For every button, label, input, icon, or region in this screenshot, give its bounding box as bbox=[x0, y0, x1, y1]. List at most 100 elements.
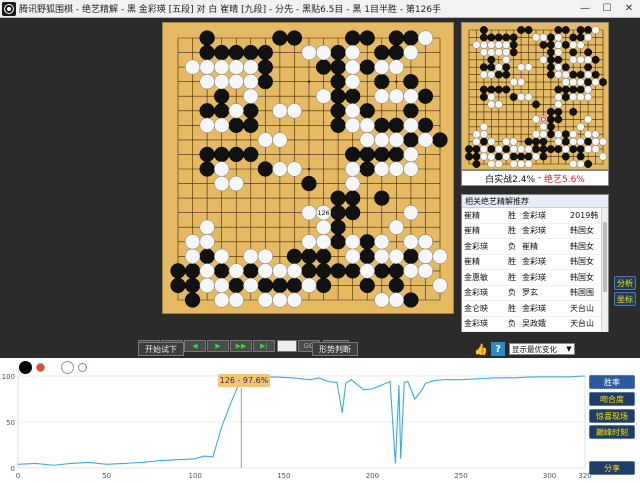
black-stone[interactable] bbox=[388, 44, 404, 61]
black-stone[interactable] bbox=[345, 190, 361, 206]
white-stone[interactable] bbox=[345, 59, 361, 75]
white-stone[interactable] bbox=[199, 219, 215, 235]
black-stone[interactable] bbox=[199, 161, 215, 177]
white-stone[interactable] bbox=[214, 248, 230, 264]
white-stone[interactable] bbox=[228, 175, 244, 192]
white-stone[interactable] bbox=[388, 59, 404, 75]
black-stone[interactable] bbox=[199, 248, 215, 264]
black-stone[interactable] bbox=[315, 263, 332, 279]
list-item[interactable]: 崔精 胜金彩瑛 韩国女 bbox=[462, 224, 608, 239]
black-stone[interactable] bbox=[184, 292, 201, 308]
white-stone[interactable] bbox=[345, 175, 361, 192]
white-stone[interactable] bbox=[345, 234, 361, 250]
black-stone[interactable] bbox=[345, 88, 361, 104]
white-stone[interactable] bbox=[315, 219, 332, 235]
black-stone-icon[interactable] bbox=[19, 361, 32, 374]
white-stone[interactable] bbox=[301, 44, 317, 61]
white-stone[interactable] bbox=[388, 248, 404, 264]
black-stone[interactable] bbox=[330, 59, 346, 75]
black-stone[interactable] bbox=[243, 44, 259, 61]
black-stone[interactable] bbox=[374, 190, 390, 206]
black-stone[interactable] bbox=[184, 263, 201, 279]
list-item[interactable]: 金惠敏 胜金彩瑛 韩国女 bbox=[462, 270, 608, 286]
white-stone[interactable] bbox=[345, 44, 361, 61]
white-stone[interactable] bbox=[374, 88, 390, 104]
white-stone[interactable] bbox=[345, 248, 361, 264]
white-stone[interactable] bbox=[359, 263, 375, 279]
white-stone[interactable] bbox=[286, 263, 303, 279]
white-stone[interactable] bbox=[228, 263, 244, 279]
black-stone[interactable] bbox=[403, 103, 419, 119]
black-stone[interactable] bbox=[330, 103, 346, 119]
white-stone[interactable] bbox=[432, 277, 448, 294]
winrate-chart[interactable]: 0501000 50 100 150 200 250 300 320 bbox=[0, 358, 640, 483]
white-stone[interactable] bbox=[403, 88, 419, 104]
coordinates-button[interactable]: 坐标 bbox=[614, 292, 636, 306]
white-stone[interactable] bbox=[403, 205, 419, 221]
black-stone[interactable] bbox=[199, 146, 215, 163]
black-stone[interactable] bbox=[257, 74, 273, 90]
white-stone[interactable] bbox=[359, 132, 375, 148]
white-stone[interactable] bbox=[184, 234, 201, 250]
black-stone[interactable] bbox=[243, 103, 259, 119]
white-stone[interactable] bbox=[359, 117, 375, 133]
black-stone[interactable] bbox=[243, 117, 259, 133]
white-stone[interactable] bbox=[199, 263, 215, 279]
white-stone[interactable] bbox=[286, 103, 303, 119]
start-trial-button[interactable]: 开始试下 bbox=[138, 342, 184, 356]
white-stone[interactable] bbox=[345, 117, 361, 133]
list-item[interactable]: 金彩瑛 负吴政娥 天台山 bbox=[462, 317, 608, 332]
white-stone[interactable] bbox=[417, 263, 434, 279]
white-stone[interactable] bbox=[403, 44, 419, 61]
black-stone[interactable] bbox=[374, 44, 390, 61]
tab-match-rate[interactable]: 吻合度 bbox=[589, 392, 635, 406]
white-stone[interactable] bbox=[286, 292, 303, 308]
black-stone[interactable] bbox=[359, 277, 375, 294]
white-stone[interactable] bbox=[272, 161, 288, 177]
black-stone[interactable] bbox=[272, 277, 288, 294]
red-dot-icon[interactable] bbox=[36, 363, 45, 372]
black-stone[interactable] bbox=[170, 277, 186, 294]
black-stone[interactable] bbox=[228, 117, 244, 133]
white-stone[interactable] bbox=[257, 248, 273, 264]
black-stone[interactable] bbox=[403, 248, 419, 264]
white-stone[interactable] bbox=[228, 74, 244, 90]
black-stone[interactable] bbox=[315, 277, 332, 294]
tab-surprise[interactable]: 惊喜现场 bbox=[589, 409, 635, 423]
black-stone[interactable] bbox=[315, 59, 332, 75]
black-stone[interactable] bbox=[214, 146, 230, 163]
white-stone[interactable] bbox=[199, 277, 215, 294]
white-stone[interactable] bbox=[403, 117, 419, 133]
black-stone[interactable] bbox=[301, 175, 317, 192]
black-stone[interactable] bbox=[403, 30, 419, 46]
black-stone[interactable] bbox=[359, 248, 375, 264]
black-stone[interactable] bbox=[330, 219, 346, 235]
white-stone[interactable] bbox=[388, 161, 404, 177]
white-stone[interactable] bbox=[315, 234, 332, 250]
black-stone[interactable] bbox=[374, 117, 390, 133]
black-stone[interactable] bbox=[345, 146, 361, 163]
black-stone[interactable] bbox=[432, 132, 448, 148]
white-stone[interactable] bbox=[432, 248, 448, 264]
black-stone[interactable] bbox=[359, 30, 375, 46]
tab-winrate[interactable]: 胜率 bbox=[589, 375, 635, 389]
white-stone[interactable] bbox=[228, 59, 244, 75]
share-button[interactable]: 分享 bbox=[589, 461, 635, 475]
go-board[interactable]: 126 bbox=[162, 22, 454, 314]
white-stone[interactable] bbox=[228, 103, 244, 119]
black-stone[interactable] bbox=[286, 248, 303, 264]
white-stone[interactable] bbox=[243, 248, 259, 264]
white-stone[interactable] bbox=[214, 277, 230, 294]
analysis-button[interactable]: 分析 bbox=[614, 276, 636, 290]
close-button[interactable]: ✕ bbox=[618, 0, 640, 18]
black-stone[interactable] bbox=[330, 205, 346, 221]
black-stone[interactable] bbox=[184, 277, 201, 294]
white-stone[interactable] bbox=[184, 248, 201, 264]
white-stone[interactable] bbox=[403, 161, 419, 177]
white-stone[interactable] bbox=[417, 132, 434, 148]
black-stone[interactable] bbox=[388, 263, 404, 279]
black-stone[interactable] bbox=[286, 277, 303, 294]
tab-peak-moment[interactable]: 巅峰时刻 bbox=[589, 425, 635, 439]
black-stone[interactable] bbox=[228, 146, 244, 163]
games-scroll-thumb[interactable] bbox=[603, 222, 607, 292]
